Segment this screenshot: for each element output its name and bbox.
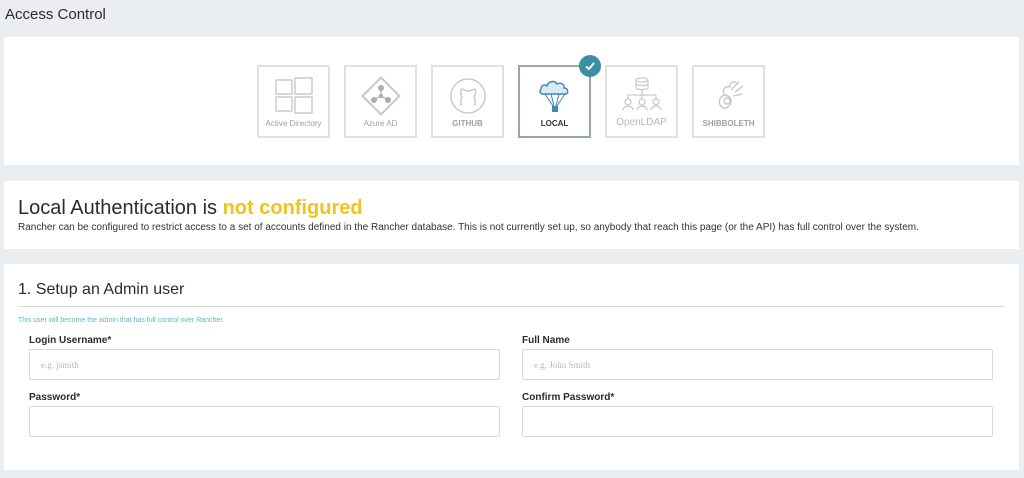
username-label: Login Username* bbox=[29, 335, 112, 346]
provider-active-directory[interactable]: Active Directory bbox=[257, 65, 330, 138]
provider-azure-ad[interactable]: Azure AD bbox=[344, 65, 417, 138]
status-description: Rancher can be configured to restrict ac… bbox=[18, 222, 919, 233]
provider-label: GITHUB bbox=[452, 119, 483, 128]
status-badge: not configured bbox=[222, 197, 363, 219]
provider-label: LOCAL bbox=[540, 119, 569, 128]
shibboleth-icon bbox=[706, 75, 752, 117]
auth-providers-panel: Active Directory Azure AD GITHUB LOCAL O… bbox=[4, 37, 1019, 165]
password-label: Password* bbox=[29, 392, 81, 403]
fullname-input[interactable] bbox=[522, 349, 993, 380]
admin-setup-panel: 1. Setup an Admin user This user will be… bbox=[4, 264, 1019, 470]
provider-local[interactable]: LOCAL bbox=[518, 55, 601, 138]
username-input[interactable] bbox=[29, 349, 500, 380]
azure-ad-icon bbox=[358, 75, 404, 117]
status-heading-prefix: Local Authentication is bbox=[18, 197, 223, 219]
fullname-label: Full Name bbox=[522, 335, 570, 346]
section-title: 1. Setup an Admin user bbox=[18, 281, 185, 298]
confirm-password-input[interactable] bbox=[522, 406, 993, 437]
provider-shibboleth[interactable]: SHIBBOLETH bbox=[692, 65, 765, 138]
divider bbox=[18, 306, 1004, 307]
provider-github[interactable]: GITHUB bbox=[431, 65, 504, 138]
auth-status-panel: Local Authentication is not configured R… bbox=[4, 181, 1019, 249]
provider-label: Active Directory bbox=[265, 119, 322, 128]
helper-text: This user will become the admin that has… bbox=[18, 317, 225, 324]
provider-label: Azure AD bbox=[363, 119, 398, 128]
parachute-cloud-icon bbox=[532, 75, 578, 117]
auth-provider-list: Active Directory Azure AD GITHUB LOCAL O… bbox=[257, 55, 779, 138]
page-title: Access Control bbox=[5, 6, 106, 23]
status-heading: Local Authentication is not configured bbox=[18, 197, 363, 220]
provider-label: OpenLDAP bbox=[616, 117, 667, 128]
github-icon bbox=[445, 75, 491, 117]
ldap-tree-icon bbox=[619, 75, 665, 117]
provider-openldap[interactable]: OpenLDAP bbox=[605, 65, 678, 138]
confirm-password-label: Confirm Password* bbox=[522, 392, 615, 403]
checkmark-icon bbox=[579, 55, 601, 77]
password-input[interactable] bbox=[29, 406, 500, 437]
windows-icon bbox=[271, 75, 317, 117]
provider-label: SHIBBOLETH bbox=[702, 119, 755, 128]
